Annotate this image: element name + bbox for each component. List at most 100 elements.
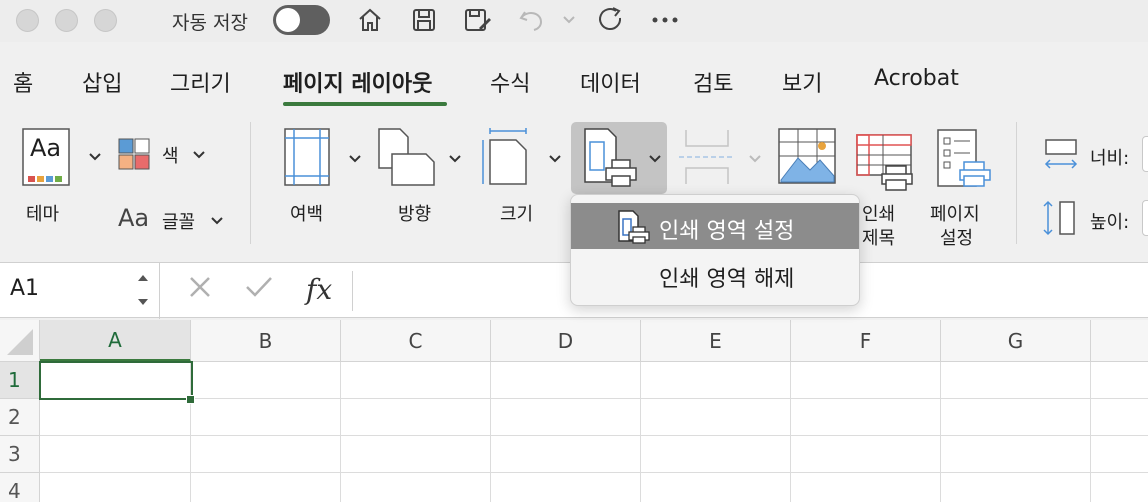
column-header-e[interactable]: E (641, 320, 791, 362)
row-header-1[interactable]: 1 (0, 362, 40, 399)
width-icon (1042, 138, 1080, 172)
grid-cell[interactable] (941, 436, 1091, 473)
column-header-d[interactable]: D (491, 320, 641, 362)
print-area-menu: 인쇄 영역 설정 인쇄 영역 해제 (570, 194, 860, 306)
tab-insert[interactable]: 삽입 (82, 66, 122, 98)
tab-page-layout[interactable]: 페이지 레이아웃 (283, 66, 432, 98)
fonts-chevron-down-icon[interactable] (210, 212, 224, 230)
colors-icon[interactable] (118, 138, 150, 170)
column-header-a[interactable]: A (40, 320, 191, 362)
tab-view[interactable]: 보기 (782, 66, 822, 98)
undo-dropdown-chevron-icon[interactable] (562, 2, 576, 38)
column-header-c[interactable]: C (341, 320, 491, 362)
grid-cell[interactable] (40, 399, 191, 436)
colors-chevron-down-icon[interactable] (192, 146, 206, 164)
grid-cell[interactable] (191, 436, 341, 473)
chevron-down-icon[interactable] (88, 148, 102, 166)
name-box[interactable]: A1 (0, 263, 160, 319)
print-area-chevron-down-icon[interactable] (648, 150, 662, 168)
grid-cell[interactable] (641, 473, 791, 502)
grid-cell[interactable] (341, 399, 491, 436)
select-all-button[interactable] (0, 320, 40, 362)
column-header-h[interactable] (1091, 320, 1148, 362)
grid-cell[interactable] (491, 362, 641, 399)
row-header-2[interactable]: 2 (0, 399, 40, 436)
insert-function-button[interactable]: fx (306, 273, 332, 306)
grid-cell[interactable] (641, 436, 791, 473)
margins-chevron-down-icon[interactable] (348, 150, 362, 168)
grid-cell[interactable] (941, 399, 1091, 436)
margins-icon[interactable] (284, 128, 330, 186)
grid-cell[interactable] (791, 362, 941, 399)
background-icon[interactable] (778, 128, 836, 184)
colors-label[interactable]: 색 (162, 142, 179, 168)
grid-cell[interactable] (941, 362, 1091, 399)
menu-item-label: 인쇄 영역 설정 (659, 219, 795, 244)
home-icon[interactable] (354, 2, 386, 38)
redo-icon[interactable] (594, 2, 628, 38)
grid-cell[interactable] (341, 362, 491, 399)
tab-data[interactable]: 데이터 (580, 66, 641, 98)
grid-cell[interactable] (40, 473, 191, 502)
grid-cell[interactable] (1091, 436, 1148, 473)
menu-item-clear-print-area[interactable]: 인쇄 영역 해제 (571, 251, 859, 297)
selected-cell-a1[interactable] (39, 361, 193, 400)
size-chevron-down-icon[interactable] (548, 150, 562, 168)
grid-cell[interactable] (791, 436, 941, 473)
column-header-f[interactable]: F (791, 320, 941, 362)
grid-cell[interactable] (191, 399, 341, 436)
grid-cell[interactable] (941, 473, 1091, 502)
confirm-formula-icon[interactable] (244, 273, 274, 308)
grid-cell[interactable] (1091, 473, 1148, 502)
tab-home[interactable]: 홈 (13, 66, 33, 98)
breaks-icon[interactable] (678, 128, 736, 186)
grid-cell[interactable] (40, 436, 191, 473)
column-header-g[interactable]: G (941, 320, 1091, 362)
fonts-label[interactable]: 글꼴 (162, 208, 195, 234)
orientation-chevron-down-icon[interactable] (448, 150, 462, 168)
grid-cell[interactable] (1091, 362, 1148, 399)
tab-review[interactable]: 검토 (693, 66, 733, 98)
grid-cell[interactable] (641, 362, 791, 399)
print-titles-icon[interactable] (856, 134, 914, 192)
save-edit-icon[interactable] (462, 2, 494, 38)
zoom-window-button[interactable] (94, 9, 117, 32)
grid-cell[interactable] (341, 473, 491, 502)
menu-item-set-print-area[interactable]: 인쇄 영역 설정 (571, 203, 859, 249)
width-select[interactable] (1142, 136, 1148, 172)
tab-formulas[interactable]: 수식 (490, 66, 530, 98)
height-select[interactable] (1142, 200, 1148, 236)
save-icon[interactable] (408, 2, 440, 38)
page-setup-icon[interactable] (934, 128, 992, 190)
grid-cell[interactable] (641, 399, 791, 436)
tab-draw[interactable]: 그리기 (170, 66, 231, 98)
grid-cell[interactable] (341, 436, 491, 473)
undo-icon[interactable] (516, 2, 548, 38)
grid-cell[interactable] (491, 399, 641, 436)
title-bar: 자동 저장 (0, 0, 1148, 42)
autosave-toggle[interactable] (273, 5, 330, 35)
grid-cell[interactable] (491, 436, 641, 473)
grid-cell[interactable] (491, 473, 641, 502)
cancel-formula-icon[interactable] (186, 273, 214, 308)
fonts-icon[interactable]: Aa (118, 204, 149, 232)
breaks-chevron-down-icon[interactable] (748, 150, 762, 168)
size-icon[interactable] (480, 128, 530, 186)
grid-cell[interactable] (791, 473, 941, 502)
themes-label: 테마 (26, 204, 60, 225)
column-header-b[interactable]: B (191, 320, 341, 362)
orientation-icon[interactable] (378, 128, 436, 186)
grid-cell[interactable] (191, 362, 341, 399)
tab-acrobat[interactable]: Acrobat (874, 66, 959, 91)
grid-cell[interactable] (191, 473, 341, 502)
fill-handle[interactable] (186, 395, 195, 404)
grid-cell[interactable] (791, 399, 941, 436)
more-icon[interactable] (650, 2, 680, 38)
minimize-window-button[interactable] (55, 9, 78, 32)
print-area-icon[interactable] (584, 128, 638, 188)
close-window-button[interactable] (16, 9, 39, 32)
print-titles-label-line1: 인쇄 (862, 204, 896, 225)
row-header-4[interactable]: 4 (0, 473, 40, 502)
row-header-3[interactable]: 3 (0, 436, 40, 473)
grid-cell[interactable] (1091, 399, 1148, 436)
